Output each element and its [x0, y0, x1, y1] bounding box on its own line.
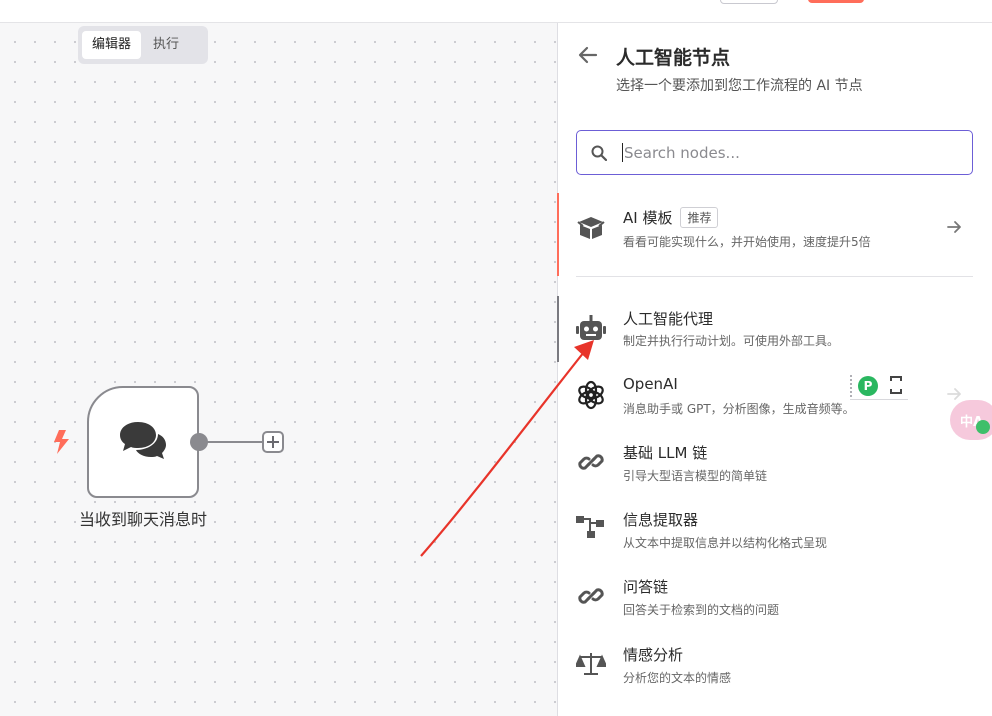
hover-indicator-bar — [557, 296, 559, 362]
divider — [576, 276, 973, 277]
node-output-handle[interactable] — [190, 433, 208, 451]
openai-logo-icon — [576, 380, 606, 410]
list-item-ai-agent[interactable]: 人工智能代理 制定并执行行动计划。可使用外部工具。 — [557, 296, 992, 362]
tree-structure-icon — [576, 512, 606, 542]
item-description: 看看可能实现什么，并开始使用，速度提升5倍 — [623, 235, 871, 249]
list-item-openai[interactable]: OpenAI 消息助手或 GPT，分析图像，生成音频等。 — [558, 363, 992, 425]
robot-icon — [576, 314, 606, 344]
item-title: 人工智能代理 — [623, 310, 714, 328]
workflow-canvas[interactable]: 编辑器 执行 — [0, 23, 557, 716]
item-description: 从文本中提取信息并以结构化格式呈现 — [623, 536, 828, 550]
list-item-qa-chain[interactable]: 问答链 回答关于检索到的文档的问题 — [558, 564, 992, 626]
item-title: 信息提取器 — [623, 511, 699, 529]
search-input[interactable] — [622, 138, 964, 168]
add-node-button[interactable] — [262, 431, 284, 453]
list-item-basic-llm-chain[interactable]: 基础 LLM 链 引导大型语言模型的简单链 — [558, 430, 992, 492]
drag-handle-icon[interactable] — [850, 375, 854, 397]
search-box[interactable] — [576, 130, 973, 175]
panel-title: 人工智能节点 — [616, 47, 731, 69]
top-primary-button[interactable] — [808, 0, 864, 3]
plus-icon — [267, 433, 279, 452]
chat-trigger-node[interactable] — [87, 386, 199, 498]
node-creator-panel: 人工智能节点 选择一个要添加到您工作流程的 AI 节点 AI 模板推荐 看看可能… — [557, 23, 992, 716]
list-item-ai-templates[interactable]: AI 模板 推荐 看看可能实现什么，并开始使用，速度提升5倍 — [557, 193, 992, 276]
item-description: 回答关于检索到的文档的问题 — [623, 603, 780, 617]
item-description: 分析您的文本的情感 — [623, 671, 732, 685]
lightning-bolt-icon — [52, 430, 70, 458]
chat-bubbles-icon — [118, 420, 168, 464]
green-p-extension-icon[interactable]: P — [858, 376, 878, 396]
link-icon — [576, 581, 606, 611]
item-description: 制定并执行行动计划。可使用外部工具。 — [623, 334, 840, 348]
item-title-text: AI 模板 — [623, 209, 673, 227]
item-title: AI 模板 推荐 — [623, 207, 719, 229]
extension-toolbar: P — [850, 373, 908, 400]
back-button[interactable] — [578, 45, 600, 67]
item-description: 消息助手或 GPT，分析图像，生成音频等。 — [623, 402, 855, 416]
arrow-left-icon — [578, 46, 598, 69]
top-bar — [0, 0, 992, 23]
balance-scale-icon — [576, 649, 606, 679]
list-item-information-extractor[interactable]: 信息提取器 从文本中提取信息并以结构化格式呈现 — [558, 497, 992, 559]
node-label: 当收到聊天消息时 — [78, 510, 207, 529]
item-title: 情感分析 — [623, 646, 684, 664]
open-box-icon — [576, 213, 606, 243]
tab-editor[interactable]: 编辑器 — [82, 31, 142, 59]
link-icon — [576, 447, 606, 477]
top-secondary-button[interactable] — [720, 0, 778, 4]
panel-subtitle: 选择一个要添加到您工作流程的 AI 节点 — [616, 78, 863, 94]
item-title: 问答链 — [623, 578, 669, 596]
node-connector-line — [207, 441, 263, 443]
list-item-sentiment-analysis[interactable]: 情感分析 分析您的文本的情感 — [558, 632, 992, 694]
check-badge-icon — [976, 420, 990, 434]
item-title: 基础 LLM 链 — [623, 444, 708, 462]
mode-toggle: 编辑器 执行 — [78, 26, 208, 64]
scan-icon[interactable] — [890, 376, 902, 394]
item-description: 引导大型语言模型的简单链 — [623, 469, 768, 483]
arrow-right-icon — [946, 219, 962, 239]
tab-executions[interactable]: 执行 — [143, 31, 189, 59]
active-accent-bar — [557, 193, 559, 276]
item-title: OpenAI — [623, 375, 678, 393]
search-icon — [591, 145, 608, 165]
recommended-badge: 推荐 — [680, 207, 719, 228]
